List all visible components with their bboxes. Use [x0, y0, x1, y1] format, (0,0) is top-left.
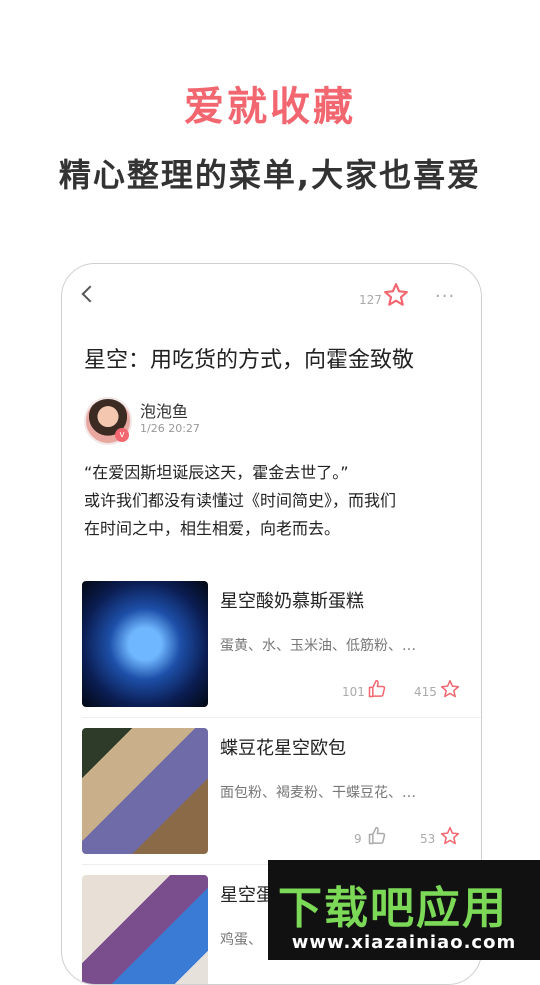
recipe-name[interactable]: 星空蛋: [220, 881, 274, 907]
watermark-text: 下载吧应用: [278, 883, 508, 934]
like-count: 101: [342, 685, 365, 699]
star-outline-icon[interactable]: [383, 282, 409, 308]
watermark-logo: 下载吧应用 www.xiazainiao.com: [268, 860, 540, 960]
favorite-count: 53: [420, 832, 436, 846]
post-date: 1/26 20:27: [140, 422, 200, 435]
recipe-ingredients: 鸡蛋、: [220, 932, 262, 948]
top-bar: 127 ···: [62, 264, 481, 334]
star-icon[interactable]: [440, 826, 460, 846]
verified-badge: v: [115, 428, 129, 442]
like-count: 9: [354, 832, 362, 846]
recipe-thumbnail[interactable]: [82, 875, 208, 984]
article-intro: “在爱因斯坦诞辰这天，霍金去世了。” 或许我们都没有读懂过《时间简史》，而我们 …: [84, 459, 464, 543]
intro-line: 或许我们都没有读懂过《时间简史》，而我们: [84, 491, 397, 510]
recipe-name[interactable]: 蝶豆花星空欧包: [220, 734, 346, 760]
thumbs-up-icon[interactable]: [367, 679, 387, 699]
divider: [82, 717, 481, 718]
watermark-url: www.xiazainiao.com: [291, 932, 517, 953]
star-icon[interactable]: [440, 679, 460, 699]
recipe-ingredients: 蛋黄、水、玉米油、低筋粉、…: [220, 638, 416, 654]
article-title: 星空：用吃货的方式，向霍金致敬: [84, 348, 415, 373]
recipe-name[interactable]: 星空酸奶慕斯蛋糕: [220, 587, 364, 613]
thumbs-up-icon[interactable]: [367, 826, 387, 846]
intro-line: “在爱因斯坦诞辰这天，霍金去世了。”: [84, 463, 349, 482]
more-dots-icon[interactable]: ···: [435, 286, 455, 307]
recipe-thumbnail[interactable]: [82, 581, 208, 707]
recipe-card[interactable]: 星空酸奶慕斯蛋糕 蛋黄、水、玉米油、低筋粉、… 101 415: [62, 581, 481, 729]
recipe-ingredients: 面包粉、褐麦粉、干蝶豆花、…: [220, 785, 416, 801]
favorite-count: 127: [359, 293, 382, 307]
promo-subline: 精心整理的菜单,大家也喜爱: [58, 156, 482, 194]
promo-headline: 爱就收藏: [184, 84, 356, 130]
intro-line: 在时间之中，相生相爱，向老而去。: [84, 519, 341, 538]
author-name[interactable]: 泡泡鱼: [140, 398, 188, 422]
favorite-count: 415: [414, 685, 437, 699]
recipe-thumbnail[interactable]: [82, 728, 208, 854]
back-chevron-icon[interactable]: [81, 285, 99, 303]
recipe-card[interactable]: 蝶豆花星空欧包 面包粉、褐麦粉、干蝶豆花、… 9 53: [62, 728, 481, 876]
